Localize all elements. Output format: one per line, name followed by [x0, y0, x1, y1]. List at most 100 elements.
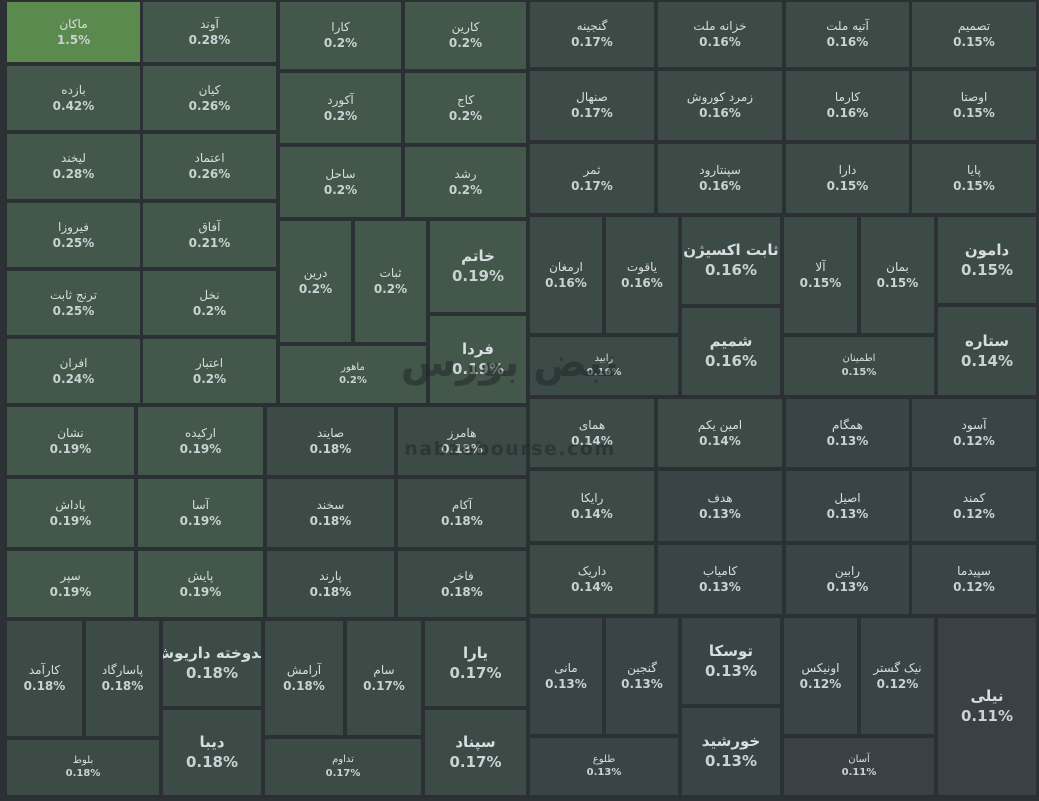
- treemap-tile-تصمیم[interactable]: تصمیم 0.15%: [910, 0, 1038, 69]
- treemap-tile-کارا[interactable]: کارا 0.2%: [278, 0, 403, 71]
- tile-name: پایا: [967, 163, 981, 177]
- treemap-tile-اعتبار[interactable]: اعتبار 0.2%: [141, 337, 278, 405]
- treemap-tile-ثمر[interactable]: ثمر 0.17%: [528, 142, 656, 215]
- treemap-tile-کارما[interactable]: کارما 0.16%: [784, 69, 911, 142]
- treemap-tile-ماهور[interactable]: ماهور 0.2%: [278, 344, 428, 405]
- treemap-tile-آکام[interactable]: آکام 0.18%: [396, 477, 528, 549]
- treemap-tile-آسود[interactable]: آسود 0.12%: [910, 397, 1038, 469]
- treemap-tile-آرامش[interactable]: آرامش 0.18%: [263, 619, 345, 737]
- treemap-tile-خزانه-ملت[interactable]: خزانه ملت 0.16%: [656, 0, 784, 69]
- treemap-tile-اوصتا[interactable]: اوصتا 0.15%: [910, 69, 1038, 142]
- treemap-tile-بمان[interactable]: بمان 0.15%: [859, 215, 936, 335]
- tile-name: پاداش: [55, 497, 86, 512]
- treemap-tile-ثبات[interactable]: ثبات 0.2%: [353, 219, 428, 344]
- treemap-tile-دارا[interactable]: دارا 0.15%: [784, 142, 911, 215]
- treemap-tile-صنهال[interactable]: صنهال 0.17%: [528, 69, 656, 142]
- treemap-tile-اعتماد[interactable]: اعتماد 0.26%: [141, 132, 278, 201]
- treemap-tile-آتیه-ملت[interactable]: آتیه ملت 0.16%: [784, 0, 911, 69]
- treemap-tile-پاسارگاد[interactable]: پاسارگاد 0.18%: [84, 619, 161, 738]
- tile-name: آکام: [451, 497, 473, 512]
- tile-value: 0.19%: [179, 584, 222, 599]
- treemap-tile-نیک-گستر[interactable]: نیک گستر 0.12%: [859, 616, 936, 736]
- treemap-tile-کارآمد[interactable]: کارآمد 0.18%: [5, 619, 84, 738]
- treemap-tile-ستاره[interactable]: ستاره 0.14%: [936, 305, 1038, 397]
- treemap-tile-سپر[interactable]: سپر 0.19%: [5, 549, 136, 619]
- treemap-tile-طلوع[interactable]: طلوع 0.13%: [528, 736, 680, 797]
- treemap-tile-آسان[interactable]: آسان 0.11%: [782, 736, 936, 797]
- treemap-tile-یارا[interactable]: یارا 0.17%: [423, 619, 528, 708]
- treemap-tile-کارین[interactable]: کارین 0.2%: [403, 0, 528, 71]
- treemap-tile-اصیل[interactable]: اصیل 0.13%: [784, 469, 911, 543]
- treemap-tile-تداوم[interactable]: تداوم 0.17%: [263, 737, 423, 797]
- treemap-tile-رشد[interactable]: رشد 0.2%: [403, 145, 528, 219]
- treemap-tile-هامرز[interactable]: هامرز 0.18%: [396, 405, 528, 477]
- treemap-tile-رایکا[interactable]: رایکا 0.14%: [528, 469, 656, 543]
- treemap-tile-ارکیده[interactable]: ارکیده 0.19%: [136, 405, 265, 477]
- tile-value: 0.2%: [339, 375, 367, 386]
- treemap-tile-سخند[interactable]: سخند 0.18%: [265, 477, 396, 549]
- treemap-tile-سام[interactable]: سام 0.17%: [345, 619, 423, 737]
- treemap-tile-آفاق[interactable]: آفاق 0.21%: [141, 201, 278, 269]
- treemap-tile-رابید[interactable]: رابید 0.16%: [528, 335, 680, 397]
- treemap-tile-آسا[interactable]: آسا 0.19%: [136, 477, 265, 549]
- treemap-tile-یاقوت[interactable]: یاقوت 0.16%: [604, 215, 680, 335]
- treemap-tile-بلوط[interactable]: بلوط 0.18%: [5, 738, 161, 797]
- treemap-tile-رابین[interactable]: رابین 0.13%: [784, 543, 911, 616]
- treemap-tile-آوند[interactable]: آوند 0.28%: [141, 0, 278, 64]
- treemap-tile-دیبا[interactable]: دیبا 0.18%: [161, 708, 263, 797]
- treemap-tile-فردا[interactable]: فردا 0.19%: [428, 314, 528, 405]
- tile-name: امین یکم: [697, 417, 743, 432]
- treemap-tile-داریک[interactable]: داریک 0.14%: [528, 543, 656, 616]
- treemap-tile-نشان[interactable]: نشان 0.19%: [5, 405, 136, 477]
- treemap-tile-پایش[interactable]: پایش 0.19%: [136, 549, 265, 619]
- treemap-tile-همای[interactable]: همای 0.14%: [528, 397, 656, 469]
- treemap-tile-کاج[interactable]: کاج 0.2%: [403, 71, 528, 145]
- treemap-tile-کیان[interactable]: کیان 0.26%: [141, 64, 278, 132]
- tile-value: 0.13%: [545, 676, 587, 691]
- treemap-tile-پارند[interactable]: پارند 0.18%: [265, 549, 396, 619]
- treemap-tile-کامیاب[interactable]: کامیاب 0.13%: [656, 543, 784, 616]
- treemap-tile-هدف[interactable]: هدف 0.13%: [656, 469, 784, 543]
- treemap-tile-اطمینان[interactable]: اطمینان 0.15%: [782, 335, 936, 397]
- treemap-tile-زمرد-کوروش[interactable]: زمرد کوروش 0.16%: [656, 69, 784, 142]
- treemap-tile-اندوخته-داریوش[interactable]: اندوخته داریوش0.18%: [161, 619, 263, 708]
- treemap-tile-خاتم[interactable]: خاتم 0.19%: [428, 219, 528, 314]
- treemap-tile-صایند[interactable]: صایند 0.18%: [265, 405, 396, 477]
- treemap-tile-ترنج-ثابت[interactable]: ترنج ثابت 0.25%: [5, 269, 142, 337]
- treemap-tile-درین[interactable]: درین 0.2%: [278, 219, 353, 344]
- tile-name: تداوم: [332, 754, 354, 765]
- treemap-tile-سپیدما[interactable]: سپیدما 0.12%: [910, 543, 1038, 616]
- treemap-tile-گنجینه[interactable]: گنجینه 0.17%: [528, 0, 656, 69]
- treemap-tile-ثابت-اکسیژن[interactable]: ثابت اکسیژن 0.16%: [680, 215, 782, 306]
- treemap-tile-فاخر[interactable]: فاخر 0.18%: [396, 549, 528, 619]
- tile-value: 0.16%: [699, 106, 741, 120]
- treemap-tile-همگام[interactable]: همگام 0.13%: [784, 397, 911, 469]
- treemap-tile-امین-یکم[interactable]: امین یکم 0.14%: [656, 397, 784, 469]
- treemap-tile-بازده[interactable]: بازده 0.42%: [5, 64, 142, 132]
- treemap-tile-ماکان[interactable]: ماکان 1.5%: [5, 0, 142, 64]
- treemap-tile-گنجین[interactable]: گنجین 0.13%: [604, 616, 680, 736]
- treemap-tile-پاداش[interactable]: پاداش 0.19%: [5, 477, 136, 549]
- treemap-tile-ارمغان[interactable]: ارمغان 0.16%: [528, 215, 604, 335]
- treemap-tile-خورشید[interactable]: خورشید 0.13%: [680, 706, 782, 797]
- treemap-tile-مانی[interactable]: مانی 0.13%: [528, 616, 604, 736]
- treemap-tile-سپناد[interactable]: سپناد 0.17%: [423, 708, 528, 797]
- treemap-tile-آلا[interactable]: آلا 0.15%: [782, 215, 859, 335]
- treemap-tile-کمند[interactable]: کمند 0.12%: [910, 469, 1038, 543]
- tile-name: لیخند: [61, 151, 86, 165]
- treemap-tile-آکورد[interactable]: آکورد 0.2%: [278, 71, 403, 145]
- treemap-tile-سپنتارود[interactable]: سپنتارود 0.16%: [656, 142, 784, 215]
- treemap-tile-پایا[interactable]: پایا 0.15%: [910, 142, 1038, 215]
- treemap-tile-افران[interactable]: افران 0.24%: [5, 337, 142, 405]
- treemap-tile-ساحل[interactable]: ساحل 0.2%: [278, 145, 403, 219]
- treemap-tile-شمیم[interactable]: شمیم 0.16%: [680, 306, 782, 397]
- treemap-tile-فیروزا[interactable]: فیروزا 0.25%: [5, 201, 142, 269]
- treemap-tile-اونیکس[interactable]: اونیکس 0.12%: [782, 616, 859, 736]
- treemap-tile-نخل[interactable]: نخل 0.2%: [141, 269, 278, 337]
- treemap-tile-توسکا[interactable]: توسکا 0.13%: [680, 616, 782, 706]
- tile-value: 0.14%: [960, 351, 1014, 370]
- tile-name: صایند: [316, 425, 345, 440]
- treemap-tile-نیلی[interactable]: نیلی 0.11%: [936, 616, 1038, 797]
- treemap-tile-لیخند[interactable]: لیخند 0.28%: [5, 132, 142, 201]
- treemap-tile-دامون[interactable]: دامون 0.15%: [936, 215, 1038, 305]
